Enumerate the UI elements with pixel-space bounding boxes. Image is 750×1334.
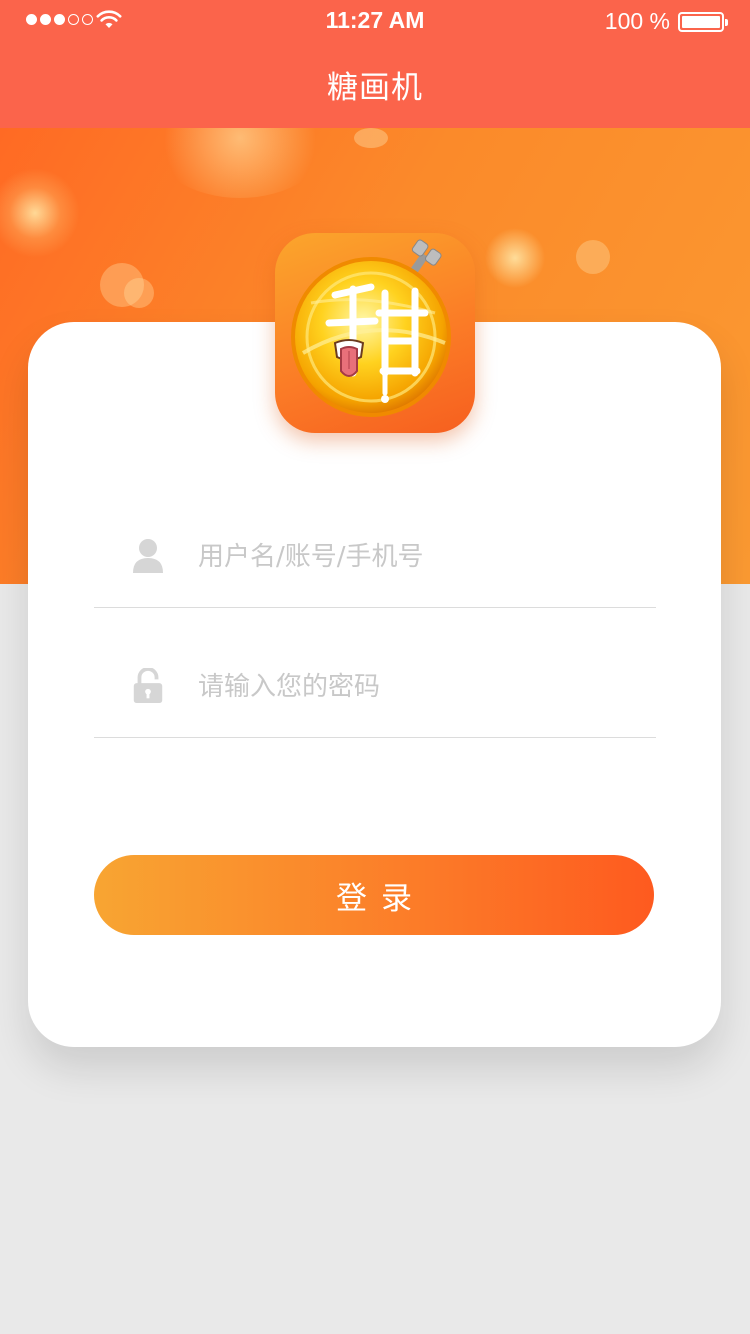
battery-level xyxy=(682,16,720,28)
lock-icon xyxy=(133,668,163,704)
page-title: 糖画机 xyxy=(327,70,423,106)
candy-logo-icon xyxy=(291,239,451,417)
username-field xyxy=(94,528,656,608)
password-input[interactable] xyxy=(198,662,638,712)
login-button[interactable]: 登录 xyxy=(94,855,654,935)
bokeh-light xyxy=(150,128,330,198)
password-field xyxy=(94,658,656,738)
username-input[interactable] xyxy=(198,532,638,582)
battery-icon xyxy=(678,12,728,32)
app-logo xyxy=(275,233,475,433)
bokeh-light xyxy=(0,168,80,258)
battery-percent: 100 % xyxy=(604,8,670,34)
status-bar: 11:27 AM 100 % xyxy=(0,0,750,44)
bokeh-light xyxy=(124,278,154,308)
bokeh-light xyxy=(354,128,388,148)
bokeh-light xyxy=(576,240,610,274)
bokeh-light xyxy=(480,228,550,288)
user-icon xyxy=(133,539,163,573)
top-bar: 11:27 AM 100 % 糖画机 xyxy=(0,0,750,128)
